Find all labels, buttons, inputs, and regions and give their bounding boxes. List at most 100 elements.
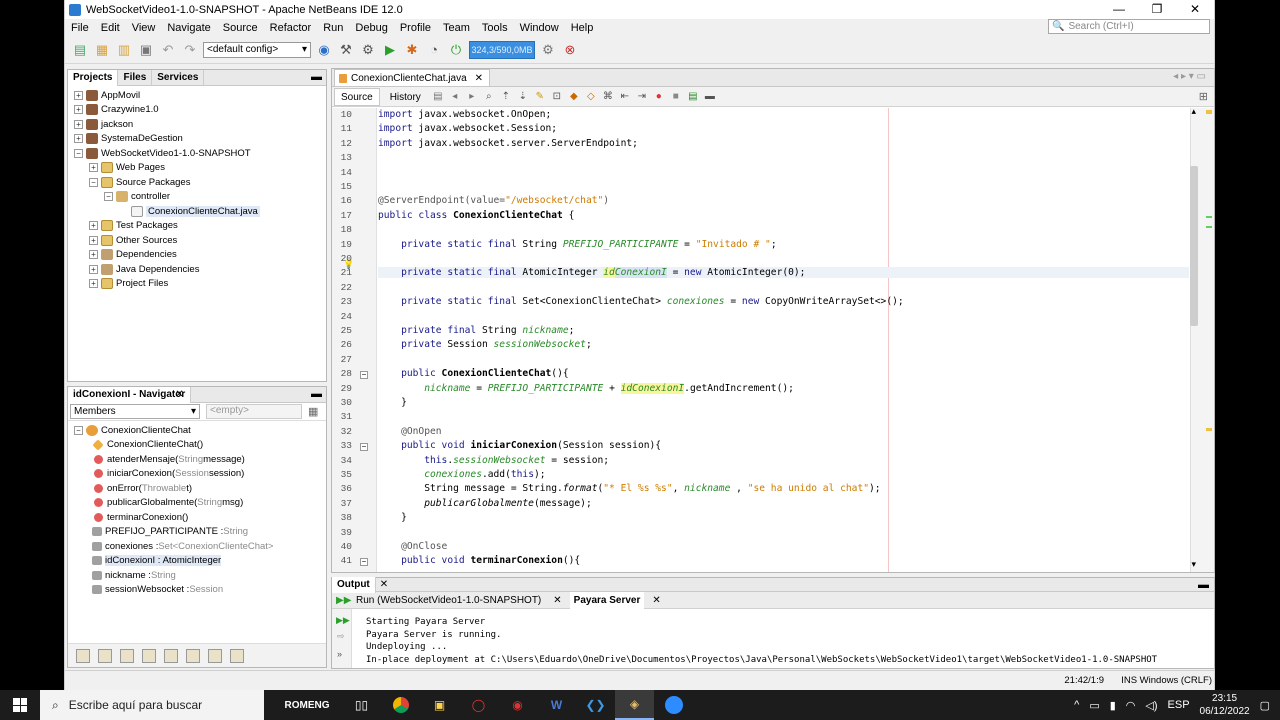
task-view-icon[interactable]: ▯▯	[342, 690, 381, 720]
code-line[interactable]: }	[378, 397, 407, 408]
battery-icon[interactable]: ▮	[1110, 699, 1116, 712]
navigator-item[interactable]: nickname : String	[70, 568, 326, 583]
tab-files[interactable]: Files	[118, 69, 153, 86]
menu-help[interactable]: Help	[565, 22, 600, 34]
filter-inherited-icon[interactable]	[142, 648, 156, 663]
forward-icon[interactable]: ▸	[465, 90, 479, 104]
find-icon[interactable]: ⌕	[482, 90, 496, 104]
store-icon[interactable]: ▣	[420, 690, 459, 720]
back-icon[interactable]: ◂	[448, 90, 462, 104]
tree-item[interactable]: − WebSocketVideo1-1.0-SNAPSHOT	[70, 146, 326, 161]
menu-team[interactable]: Team	[437, 22, 476, 34]
uncomment-icon[interactable]: ▬	[703, 90, 717, 104]
run-icon[interactable]: ▶	[381, 41, 399, 59]
code-line[interactable]: private static final String PREFIJO_PART…	[378, 239, 776, 250]
run-output-tab[interactable]: Run (WebSocketVideo1-1.0-SNAPSHOT)	[352, 592, 545, 609]
tree-item[interactable]: + Crazywine1.0	[70, 103, 326, 118]
fold-icon[interactable]: −	[360, 371, 368, 380]
source-tab[interactable]: Source	[334, 87, 380, 106]
new-project-icon[interactable]: ▦	[93, 41, 111, 59]
code-line[interactable]: String message = String.format("* El %s …	[378, 483, 880, 494]
vertical-scrollbar[interactable]: ▴ ▾	[1190, 108, 1214, 572]
wifi-icon[interactable]: ◠	[1126, 699, 1136, 712]
maximize-button[interactable]: ❐	[1138, 0, 1176, 19]
expand-icon[interactable]: +	[74, 134, 83, 144]
code-line[interactable]: import javax.websocket.Session;	[378, 123, 557, 134]
navigator-item[interactable]: PREFIJO_PARTICIPANTE : String	[70, 525, 326, 540]
code-line[interactable]: public void iniciarConexion(Session sess…	[378, 440, 661, 451]
gc-icon[interactable]: ⚙	[539, 41, 557, 59]
netbeans-taskbar-icon[interactable]: ◈	[615, 690, 654, 720]
last-edit-icon[interactable]: ▤	[431, 90, 445, 104]
expand-icon[interactable]: +	[89, 221, 98, 231]
menu-profile[interactable]: Profile	[394, 22, 437, 34]
power-icon[interactable]: ⏻	[447, 41, 465, 59]
menu-edit[interactable]: Edit	[95, 22, 126, 34]
editor-tab[interactable]: ConexionClienteChat.java ✕	[334, 69, 491, 86]
history-tab[interactable]: History	[382, 87, 428, 106]
code-area[interactable]: ▴ ▾ 💡 10 import javax.websocket.OnOpen; 11…	[332, 108, 1214, 572]
tree-item[interactable]: + jackson	[70, 117, 326, 132]
code-line[interactable]: public void terminarConexion(){	[378, 555, 580, 566]
code-line[interactable]: private final String nickname;	[378, 325, 574, 336]
code-line[interactable]: private Session sessionWebsocket;	[378, 339, 592, 350]
navigator-item[interactable]: atenderMensaje(String message)	[70, 452, 326, 467]
collapse-icon[interactable]: −	[74, 425, 83, 435]
tab-services[interactable]: Services	[152, 69, 205, 86]
close-icon[interactable]: ✕	[175, 389, 183, 400]
code-line[interactable]: nickname = PREFIJO_PARTICIPANTE + idCone…	[378, 382, 794, 394]
menu-refactor[interactable]: Refactor	[264, 22, 318, 34]
more-icon[interactable]: »	[337, 649, 342, 659]
navigator-title[interactable]: idConexionI - Navigator	[68, 386, 192, 403]
tree-item[interactable]: − Source Packages	[70, 175, 326, 190]
tray-chevron-icon[interactable]: ^	[1074, 699, 1079, 711]
globe-icon[interactable]: ◉	[315, 41, 333, 59]
code-line[interactable]: private static final AtomicInteger idCon…	[378, 267, 1189, 279]
toggle-select-icon[interactable]: ⊡	[550, 90, 564, 104]
navigator-item[interactable]: ConexionClienteChat()	[70, 438, 326, 453]
config-select[interactable]: <default config> ▾	[203, 41, 311, 58]
filter-icon[interactable]: ▦	[308, 405, 318, 418]
filter-select[interactable]: <empty>	[206, 404, 302, 419]
code-line[interactable]: conexiones.add(this);	[378, 469, 545, 480]
memory-indicator[interactable]: 324,3/590,0MB	[469, 40, 535, 59]
clock[interactable]: 23:15 06/12/2022	[1200, 692, 1250, 718]
shift-right-icon[interactable]: ⇥	[635, 90, 649, 104]
tree-item[interactable]: − controller	[70, 190, 326, 205]
minimize-panel-icon[interactable]: ▬	[1198, 579, 1209, 591]
collapse-icon[interactable]: −	[89, 177, 98, 187]
scroll-down-icon[interactable]: ▾	[1191, 559, 1196, 570]
navigator-item[interactable]: onError(Throwable t)	[70, 481, 326, 496]
minimize-panel-icon[interactable]: ▬	[311, 70, 322, 84]
find-next-icon[interactable]: ⇣	[516, 90, 530, 104]
menu-window[interactable]: Window	[514, 22, 565, 34]
vscode-icon[interactable]: ❮❯	[576, 690, 615, 720]
navigator-item[interactable]: terminarConexion()	[70, 510, 326, 525]
tree-item[interactable]: + Dependencies	[70, 248, 326, 263]
toggle-bookmark-icon[interactable]: ⌘	[601, 90, 615, 104]
menu-file[interactable]: File	[65, 22, 95, 34]
split-icon[interactable]: ⊞	[1199, 90, 1208, 103]
collapse-icon[interactable]: −	[74, 148, 83, 158]
build-icon[interactable]: ⚒	[337, 41, 355, 59]
navigator-item[interactable]: − ConexionClienteChat	[70, 423, 326, 438]
code-line[interactable]: this.sessionWebsocket = session;	[378, 455, 609, 466]
next-bookmark-icon[interactable]: ◇	[584, 90, 598, 104]
language-indicator[interactable]: ESP	[1168, 699, 1190, 711]
payara-output-tab[interactable]: Payara Server	[569, 591, 645, 609]
new-file-icon[interactable]: ▤	[71, 41, 89, 59]
notifications-icon[interactable]: ▢	[1260, 699, 1270, 712]
code-line[interactable]: @ServerEndpoint(value="/websocket/chat")	[378, 195, 609, 206]
stop-gc-icon[interactable]: ⊗	[561, 41, 579, 59]
code-line[interactable]: private static final Set<ConexionCliente…	[378, 296, 904, 307]
tab-projects[interactable]: Projects	[68, 69, 119, 86]
comment-icon[interactable]: ▤	[686, 90, 700, 104]
zoom-icon[interactable]	[654, 690, 693, 720]
minimize-panel-icon[interactable]: ▬	[311, 387, 322, 401]
opera-icon[interactable]: ◯	[459, 690, 498, 720]
filter-static-icon[interactable]	[98, 648, 112, 663]
menu-view[interactable]: View	[126, 22, 162, 34]
volume-icon[interactable]: ◁)	[1145, 699, 1157, 712]
close-icon[interactable]: ✕	[475, 73, 483, 84]
expand-icon[interactable]: +	[89, 163, 98, 173]
